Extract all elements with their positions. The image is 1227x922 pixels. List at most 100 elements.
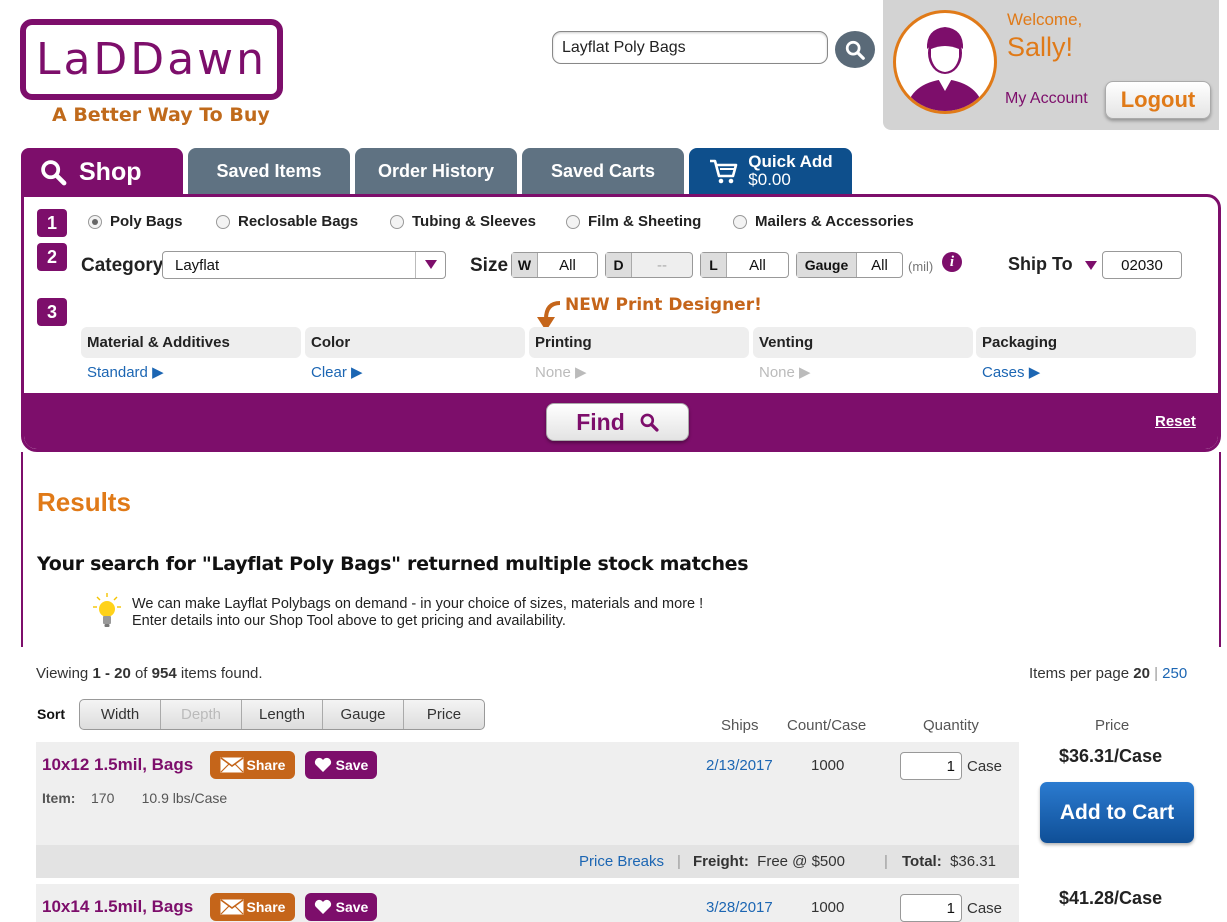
heart-icon [314, 899, 331, 914]
search-icon [640, 413, 659, 432]
option-link-material[interactable]: Standard ▶ [87, 363, 164, 381]
welcome-text: Welcome, [1007, 10, 1083, 29]
category-select-value: Layflat [175, 256, 220, 274]
tab-saved-carts[interactable]: Saved Carts [522, 148, 684, 194]
tab-shop[interactable]: Shop [21, 148, 183, 196]
total-label: Total: [902, 853, 942, 870]
print-designer-callout[interactable]: NEW Print Designer! [565, 295, 762, 315]
save-button[interactable]: Save [305, 751, 377, 779]
ship-date: 3/28/2017 [706, 899, 773, 916]
tab-quick-add[interactable]: Quick Add $0.00 [689, 148, 852, 194]
column-count: Count/Case [787, 717, 867, 734]
tab-order-history[interactable]: Order History [355, 148, 517, 194]
content-border-right [1219, 452, 1221, 647]
caret-right-icon: ▶ [1028, 364, 1041, 381]
tab-saved-items[interactable]: Saved Items [188, 148, 350, 194]
save-label: Save [335, 757, 369, 773]
item-weight: 10.9 lbs/Case [141, 790, 228, 806]
option-value: Clear [311, 364, 347, 381]
share-button[interactable]: Share [210, 751, 295, 779]
find-button[interactable]: Find [546, 403, 689, 441]
user-name: Sally! [1007, 32, 1074, 62]
category-radio-film-sheeting[interactable]: Film & Sheeting [566, 213, 701, 230]
product-price: $36.31/Case [1059, 746, 1163, 766]
caret-right-icon: ▶ [575, 364, 587, 381]
chevron-down-icon [415, 252, 445, 278]
gauge-filter[interactable]: Gauge All [796, 252, 903, 278]
step-1-badge: 1 [37, 209, 67, 237]
gauge-key: Gauge [797, 253, 857, 277]
category-radio-reclosable-bags[interactable]: Reclosable Bags [216, 213, 358, 230]
product-name[interactable]: 10x12 1.5mil, Bags [42, 755, 193, 775]
option-header-venting: Venting [753, 327, 973, 358]
viewing-range: 1 - 20 [92, 665, 131, 682]
sort-width[interactable]: Width [80, 700, 161, 729]
sort-gauge[interactable]: Gauge [323, 700, 404, 729]
category-select[interactable]: Layflat [162, 251, 446, 279]
ship-to-zip-input[interactable]: 02030 [1102, 251, 1182, 279]
sort-price[interactable]: Price [404, 700, 484, 729]
add-to-cart-button[interactable]: Add to Cart [1040, 782, 1194, 843]
ipp-option-250[interactable]: 250 [1162, 665, 1187, 682]
sort-label: Sort [37, 706, 65, 722]
shop-tool-panel: 1 2 3 Poly Bags Reclosable Bags Tubing &… [21, 194, 1221, 452]
option-header-material: Material & Additives [81, 327, 301, 358]
price-breaks-link[interactable]: Price Breaks [579, 853, 664, 870]
brand-logo[interactable]: LaDDawn [20, 19, 283, 100]
tip-text: We can make Layflat Polybags on demand -… [132, 596, 703, 630]
tip-line-2: Enter details into our Shop Tool above t… [132, 613, 566, 629]
separator: | [884, 853, 888, 870]
caret-right-icon: ▶ [351, 364, 363, 381]
content-border-left [21, 452, 23, 647]
search-icon [845, 40, 865, 60]
category-radio-tubing-sleeves[interactable]: Tubing & Sleeves [390, 213, 536, 230]
width-filter[interactable]: W All [511, 252, 598, 278]
radio-selected-icon [88, 214, 102, 229]
search-button[interactable] [835, 31, 875, 68]
radio-label: Mailers & Accessories [755, 213, 914, 230]
option-header-printing: Printing [529, 327, 749, 358]
save-label: Save [335, 899, 369, 915]
depth-filter: D -- [605, 252, 693, 278]
category-radio-poly-bags[interactable]: Poly Bags [88, 213, 183, 230]
search-input[interactable] [552, 31, 828, 64]
quantity-input[interactable]: 1 [900, 752, 962, 780]
reset-link[interactable]: Reset [1155, 413, 1196, 430]
logout-button[interactable]: Logout [1105, 81, 1211, 119]
option-link-color[interactable]: Clear ▶ [311, 363, 363, 381]
info-icon[interactable]: i [942, 252, 962, 272]
step-3-badge: 3 [37, 298, 67, 326]
find-label: Find [576, 408, 625, 435]
tagline: A Better Way To Buy [52, 104, 270, 126]
sort-bar: Width Depth Length Gauge Price [79, 699, 485, 730]
envelope-icon [220, 757, 244, 773]
ipp-label: Items per page [1029, 665, 1134, 682]
ship-to-label: Ship To [1008, 254, 1073, 274]
items-per-page: Items per page 20 | 250 [1029, 665, 1187, 682]
sort-length[interactable]: Length [242, 700, 323, 729]
quantity-input[interactable]: 1 [900, 894, 962, 922]
option-link-packaging[interactable]: Cases ▶ [982, 363, 1040, 381]
column-ships: Ships [721, 717, 759, 734]
category-label: Category [81, 255, 164, 276]
caret-right-icon: ▶ [152, 364, 164, 381]
item-details: Item: 170 10.9 lbs/Case [42, 790, 227, 806]
item-number: 170 [91, 790, 115, 806]
category-radio-mailers-accessories[interactable]: Mailers & Accessories [733, 213, 914, 230]
search-icon [41, 160, 67, 186]
save-button[interactable]: Save [305, 893, 377, 921]
freight-label: Freight: [693, 853, 749, 870]
my-account-link[interactable]: My Account [1005, 90, 1088, 108]
radio-label: Tubing & Sleeves [412, 213, 536, 230]
option-value: None [535, 364, 571, 381]
option-value: Standard [87, 364, 148, 381]
chevron-down-icon[interactable] [1085, 261, 1097, 271]
radio-icon [566, 214, 580, 229]
ipp-separator: | [1154, 665, 1158, 682]
product-name[interactable]: 10x14 1.5mil, Bags [42, 897, 193, 917]
viewing-of: of [130, 665, 152, 682]
share-button[interactable]: Share [210, 893, 295, 921]
length-filter[interactable]: L All [700, 252, 789, 278]
radio-icon [390, 214, 404, 229]
width-value: All [559, 256, 576, 274]
